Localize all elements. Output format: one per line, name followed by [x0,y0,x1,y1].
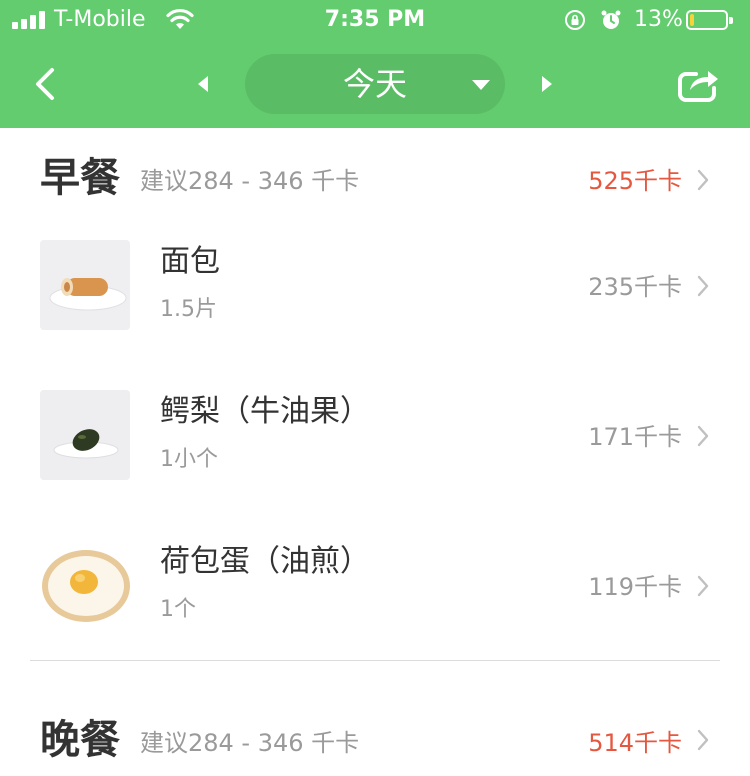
food-kcal: 171千卡 [588,423,682,451]
prev-day-icon[interactable] [192,72,214,96]
food-item-avocado[interactable]: 鳄梨（牛油果） 1小个 171千卡 [0,390,750,510]
chevron-right-icon [697,425,709,447]
meal-header-breakfast[interactable]: 早餐 建议284 - 346 千卡 525千卡 [0,154,750,214]
meal-title: 晚餐 [40,717,120,763]
back-icon[interactable] [30,62,66,106]
avocado-image [40,390,130,480]
meal-header-dinner[interactable]: 晚餐 建议284 - 346 千卡 514千卡 [0,716,750,776]
status-bar: T-Mobile 7:35 PM 13% [0,0,750,40]
chevron-right-icon [697,169,709,191]
food-item-bread[interactable]: 面包 1.5片 235千卡 [0,240,750,360]
food-amount: 1个 [160,597,196,622]
food-item-fried-egg[interactable]: 荷包蛋（油煎） 1个 119千卡 [0,540,750,660]
chevron-right-icon [697,729,709,751]
section-divider [30,660,720,661]
meal-suggestion: 建议284 - 346 千卡 [140,167,360,195]
dropdown-caret-icon [472,80,490,90]
alarm-icon [601,10,621,29]
app-header: T-Mobile 7:35 PM 13% 今天 [0,0,750,128]
food-name: 鳄梨（牛油果） [160,394,370,429]
orientation-lock-icon [565,10,585,30]
date-label: 今天 [342,65,407,103]
food-amount: 1小个 [160,447,218,472]
share-icon[interactable] [676,64,720,104]
date-selector[interactable]: 今天 [245,54,505,114]
next-day-icon[interactable] [536,72,558,96]
meal-title: 早餐 [40,155,120,201]
food-name: 荷包蛋（油煎） [160,544,370,579]
food-kcal: 235千卡 [588,273,682,301]
battery-icon [686,10,733,30]
chevron-right-icon [697,575,709,597]
food-amount: 1.5片 [160,297,217,322]
battery-percent: 13% [634,7,683,32]
fried-egg-image [40,540,130,630]
meal-total-kcal: 514千卡 [588,729,682,757]
food-kcal: 119千卡 [588,573,682,601]
bread-roll-image [40,240,130,330]
meal-total-kcal: 525千卡 [588,167,682,195]
meal-suggestion: 建议284 - 346 千卡 [140,729,360,757]
chevron-right-icon [697,275,709,297]
food-name: 面包 [160,244,220,279]
